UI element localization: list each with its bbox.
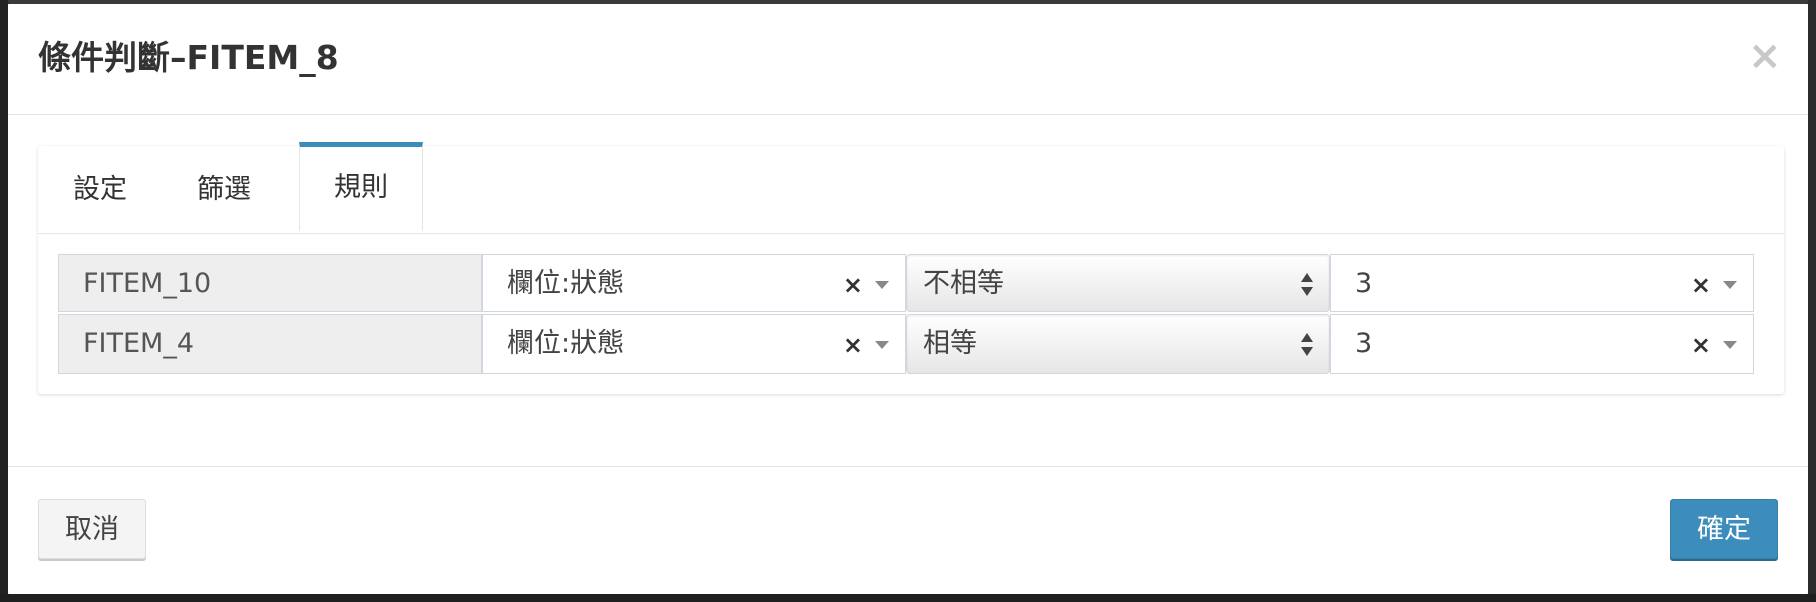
backdrop — [1808, 0, 1816, 602]
clear-icon[interactable]: × — [1691, 255, 1711, 315]
tab-filter[interactable]: 篩選 — [162, 146, 286, 233]
modal-footer: 取消 確定 — [8, 466, 1808, 595]
updown-arrows-icon — [1301, 333, 1315, 359]
updown-arrows-icon — [1301, 273, 1315, 299]
backdrop — [0, 0, 8, 602]
value-select-value: 3 — [1355, 328, 1373, 359]
value-select[interactable]: 3 × — [1330, 314, 1754, 374]
close-icon[interactable]: × — [1748, 36, 1782, 76]
field-select[interactable]: 欄位:狀態 × — [482, 314, 906, 374]
rule-name-cell: FITEM_10 — [58, 254, 482, 312]
tab-settings[interactable]: 設定 — [38, 146, 162, 233]
chevron-down-icon[interactable] — [1723, 281, 1737, 289]
operator-select[interactable]: 不相等 — [906, 254, 1330, 312]
value-select[interactable]: 3 × — [1330, 254, 1754, 312]
field-select-value: 欄位:狀態 — [507, 328, 625, 359]
operator-select-value: 相等 — [923, 328, 977, 359]
value-select-value: 3 — [1355, 268, 1373, 299]
tab-rules[interactable]: 規則 — [299, 142, 423, 231]
operator-select-value: 不相等 — [923, 268, 1004, 299]
cancel-button[interactable]: 取消 — [38, 499, 146, 559]
modal-header: 條件判斷–FITEM_8 × — [8, 4, 1808, 115]
chevron-down-icon[interactable] — [875, 281, 889, 289]
table-row: FITEM_4 欄位:狀態 × 相等 3 × — [58, 314, 1754, 374]
chevron-down-icon[interactable] — [1723, 341, 1737, 349]
condition-modal: 條件判斷–FITEM_8 × 設定 篩選 規則 FITEM_10 欄位:狀態 ×… — [8, 4, 1808, 594]
backdrop — [0, 594, 1816, 602]
modal-title: 條件判斷–FITEM_8 — [38, 38, 339, 77]
tab-bar: 設定 篩選 規則 — [38, 142, 1784, 234]
clear-icon[interactable]: × — [1691, 315, 1711, 375]
tab-panel: 設定 篩選 規則 FITEM_10 欄位:狀態 × 不相等 3 × FITEM_… — [38, 142, 1784, 394]
operator-select[interactable]: 相等 — [906, 314, 1330, 374]
table-row: FITEM_10 欄位:狀態 × 不相等 3 × — [58, 254, 1754, 314]
clear-icon[interactable]: × — [843, 315, 863, 375]
field-select[interactable]: 欄位:狀態 × — [482, 254, 906, 312]
confirm-button[interactable]: 確定 — [1670, 499, 1778, 559]
field-select-value: 欄位:狀態 — [507, 268, 625, 299]
chevron-down-icon[interactable] — [875, 341, 889, 349]
rule-name-cell: FITEM_4 — [58, 314, 482, 374]
clear-icon[interactable]: × — [843, 255, 863, 315]
